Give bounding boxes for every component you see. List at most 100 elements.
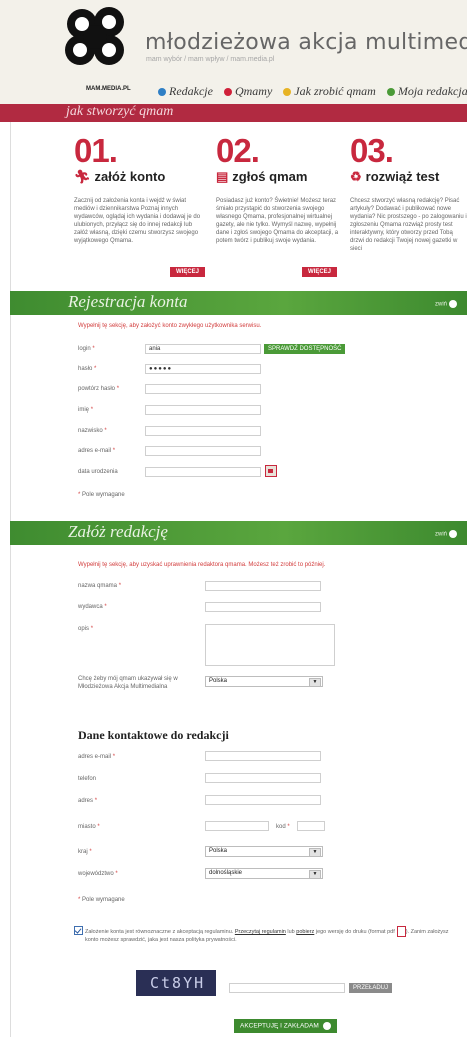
more-button[interactable]: WIĘCEJ: [170, 267, 206, 277]
nav-label: Moja redakcja: [397, 84, 467, 98]
required-note: * Pole wymagane: [78, 897, 125, 903]
password-input[interactable]: ●●●●●: [145, 364, 261, 374]
field-label: nazwisko *: [78, 428, 107, 434]
field-label: adres e-mail *: [78, 754, 116, 760]
nav-label: Redakcje: [169, 84, 213, 98]
login-input[interactable]: ania: [145, 344, 261, 354]
recycle-icon: ♻: [350, 169, 362, 184]
nav-item-moja-redakcja[interactable]: Moja redakcja: [386, 84, 467, 98]
country-select[interactable]: Polska ▼: [205, 676, 323, 687]
nav-label: Qmamy: [234, 84, 273, 98]
section-banner: jak stworzyć qmam: [0, 104, 467, 122]
field-label: opis *: [78, 626, 94, 632]
main-nav: Redakcje Qmamy Jak zrobić qmam Moja reda…: [158, 84, 467, 99]
captcha-image: Ct8YH: [136, 970, 216, 996]
step-title-text: zgłoś qmam: [232, 169, 308, 184]
site-title: młodzieżowa akcja multimedialna: [145, 30, 467, 55]
registration-header[interactable]: Rejestracja konta zwiń: [10, 291, 467, 315]
field-label: kod *: [276, 824, 290, 830]
document-icon: ▤: [216, 169, 229, 184]
field-label: telefon: [78, 776, 97, 782]
terms-link[interactable]: Przeczytaj regulamin: [235, 929, 286, 935]
publisher-input[interactable]: [205, 602, 321, 612]
phone-input[interactable]: [205, 773, 321, 783]
country-question: Chcę żeby mój qmam ukazywał się w Młodzi…: [78, 676, 178, 690]
reload-captcha-button[interactable]: PRZEŁADUJ: [349, 983, 393, 993]
step-number: 01.: [74, 132, 118, 169]
nav-item-qmamy[interactable]: Qmamy: [223, 84, 273, 98]
bullet-icon: [223, 88, 232, 97]
city-input[interactable]: [205, 821, 269, 831]
step-title: ▤ zgłoś qmam: [216, 169, 346, 185]
collapse-toggle[interactable]: zwiń: [435, 530, 457, 538]
frame-border: [10, 0, 11, 1037]
editorial-intro: Wypełnij tę sekcję, aby uzyskać uprawnie…: [78, 562, 326, 568]
repeat-password-input[interactable]: [145, 384, 261, 394]
field-label: hasło *: [78, 366, 97, 372]
field-label: miasto *: [78, 824, 100, 830]
step-2: 02. ▤ zgłoś qmam Posiadasz już konto? Świ…: [216, 134, 346, 245]
submit-label: AKCEPTUJĘ I ZAKŁADAM: [240, 1022, 319, 1030]
step-title-text: załóż konto: [94, 169, 166, 184]
site-header: MAM.MEDIA.PL młodzieżowa akcja multimedi…: [0, 0, 467, 104]
chevron-down-icon: ▼: [309, 678, 321, 687]
pdf-icon: [396, 926, 406, 937]
submit-button[interactable]: AKCEPTUJĘ I ZAKŁADAM: [234, 1019, 337, 1033]
description-textarea[interactable]: [205, 624, 335, 666]
collapse-label: zwiń: [434, 301, 447, 308]
nav-item-redakcje[interactable]: Redakcje: [158, 84, 213, 98]
nav-label: Jak zrobić qmam: [294, 84, 376, 98]
email-input[interactable]: [145, 446, 261, 456]
section-title: Załóż redakcję: [68, 522, 168, 541]
field-label: nazwa qmama *: [78, 583, 122, 589]
download-link[interactable]: pobierz: [296, 929, 314, 935]
section-title: Rejestracja konta: [68, 292, 188, 311]
last-name-input[interactable]: [145, 426, 261, 436]
tagline: mam wybór / mam wpływ / mam.media.pl: [146, 56, 275, 63]
captcha-input[interactable]: [229, 983, 345, 993]
more-button[interactable]: WIĘCEJ: [302, 267, 338, 277]
birthdate-input[interactable]: [145, 467, 261, 477]
region-dropdown[interactable]: dolnośląskie ▼: [205, 868, 323, 879]
terms-checkbox[interactable]: [74, 926, 83, 935]
logo-icon[interactable]: [62, 6, 130, 72]
runner-icon: 🏃︎: [74, 169, 91, 184]
section-title: jak stworzyć qmam: [66, 104, 174, 119]
required-note: * Pole wymagane: [78, 492, 125, 498]
calendar-icon[interactable]: [265, 465, 277, 477]
contact-email-input[interactable]: [205, 751, 321, 761]
field-label: imię *: [78, 407, 94, 413]
field-label: login *: [78, 346, 95, 352]
collapse-label: zwiń: [434, 531, 447, 538]
create-editorial-header[interactable]: Załóż redakcję zwiń: [10, 521, 467, 545]
page: MAM.MEDIA.PL młodzieżowa akcja multimedi…: [0, 0, 467, 1037]
contact-heading: Dane kontaktowe do redakcji: [78, 728, 229, 742]
collapse-icon: [449, 530, 457, 538]
field-label: województwo *: [78, 871, 118, 877]
chevron-down-icon: ▼: [309, 870, 321, 879]
collapse-toggle[interactable]: zwiń: [435, 300, 457, 308]
registration-intro: Wypełnij tę sekcję, aby założyć konto zw…: [78, 323, 262, 329]
step-text: Chcesz stworzyć własną redakcję? Pisać a…: [350, 198, 467, 252]
step-title: 🏃︎ załóż konto: [74, 169, 204, 185]
step-title: ♻ rozwiąż test: [350, 169, 467, 185]
bullet-icon: [386, 88, 395, 97]
chevron-down-icon: ▼: [309, 848, 321, 857]
qmam-name-input[interactable]: [205, 581, 321, 591]
country-dropdown[interactable]: Polska ▼: [205, 846, 323, 857]
check-availability-button[interactable]: SPRAWDŹ DOSTĘPNOŚĆ: [264, 344, 346, 354]
captcha-text: Ct8YH: [150, 974, 206, 992]
step-text: Posiadasz już konto? Świetnie! Możesz te…: [216, 198, 339, 244]
step-number: 02.: [216, 132, 260, 169]
postcode-input[interactable]: [297, 821, 325, 831]
nav-item-jak-zrobic[interactable]: Jak zrobić qmam: [283, 84, 376, 98]
step-title-text: rozwiąż test: [365, 169, 440, 184]
step-3: 03. ♻ rozwiąż test Chcesz stworzyć własną…: [350, 134, 467, 253]
brand-name: MAM.MEDIA.PL: [86, 86, 131, 92]
field-label: adres *: [78, 798, 98, 804]
first-name-input[interactable]: [145, 405, 261, 415]
field-label: data urodzenia: [78, 469, 118, 475]
step-1: 01. 🏃︎ załóż konto Zacznij od założenia k…: [74, 134, 204, 245]
field-label: wydawca *: [78, 604, 107, 610]
address-input[interactable]: [205, 795, 321, 805]
